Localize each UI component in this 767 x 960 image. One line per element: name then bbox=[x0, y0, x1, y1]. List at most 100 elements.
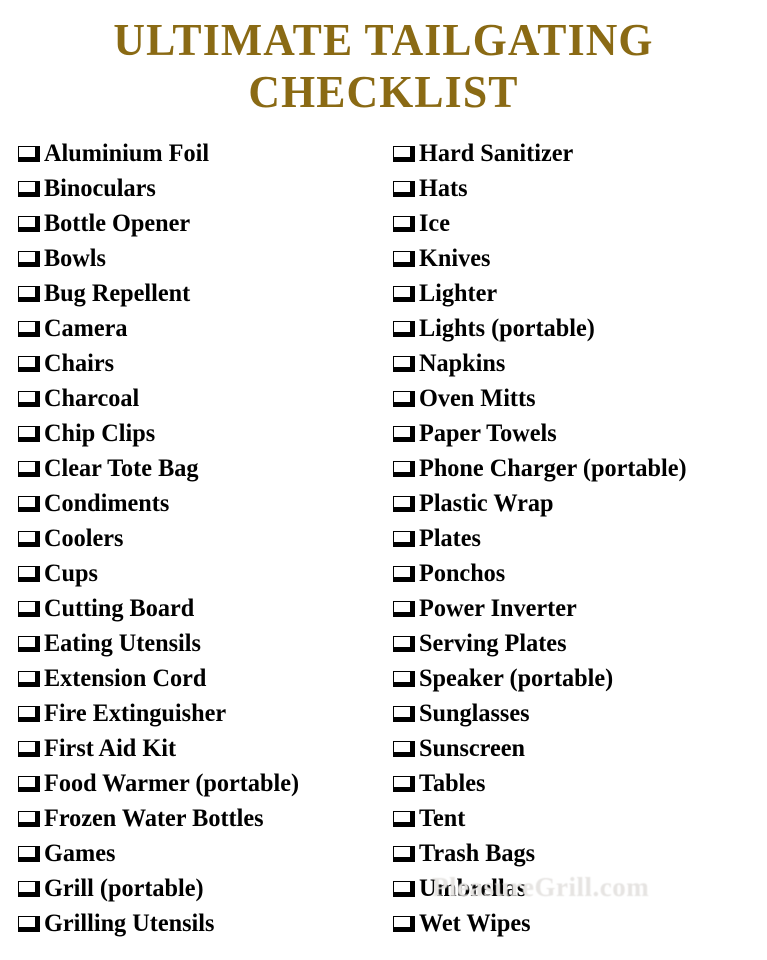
checklist-item[interactable]: Food Warmer (portable) bbox=[18, 766, 390, 801]
checklist-item[interactable]: Clear Tote Bag bbox=[18, 451, 390, 486]
checklist-item[interactable]: Paper Towels bbox=[393, 416, 765, 451]
checklist-item-label: Phone Charger (portable) bbox=[419, 454, 687, 482]
checkbox-icon[interactable] bbox=[18, 320, 40, 337]
checkbox-icon[interactable] bbox=[393, 180, 415, 197]
checkbox-icon[interactable] bbox=[393, 390, 415, 407]
checkbox-icon[interactable] bbox=[393, 635, 415, 652]
checkbox-icon[interactable] bbox=[18, 285, 40, 302]
checkbox-icon[interactable] bbox=[393, 775, 415, 792]
checkbox-icon[interactable] bbox=[18, 565, 40, 582]
checkbox-icon[interactable] bbox=[393, 915, 415, 932]
checkbox-icon[interactable] bbox=[393, 880, 415, 897]
checklist-item-label: Charcoal bbox=[44, 384, 140, 412]
checkbox-icon[interactable] bbox=[18, 775, 40, 792]
checkbox-icon[interactable] bbox=[18, 460, 40, 477]
checklist-item[interactable]: Camera bbox=[18, 311, 390, 346]
checkbox-icon[interactable] bbox=[18, 845, 40, 862]
checklist-item[interactable]: Sunglasses bbox=[393, 696, 765, 731]
checklist-item[interactable]: Lighter bbox=[393, 276, 765, 311]
checklist-item[interactable]: Wet Wipes bbox=[393, 906, 765, 941]
checklist-item[interactable]: Fire Extinguisher bbox=[18, 696, 390, 731]
checklist-item[interactable]: Serving Plates bbox=[393, 626, 765, 661]
checklist-item[interactable]: Trash Bags bbox=[393, 836, 765, 871]
checklist-item[interactable]: Ice bbox=[393, 206, 765, 241]
checkbox-icon[interactable] bbox=[393, 215, 415, 232]
checklist-item-label: Coolers bbox=[44, 524, 124, 552]
checklist-item[interactable]: Coolers bbox=[18, 521, 390, 556]
checkbox-icon[interactable] bbox=[18, 215, 40, 232]
checklist-item-label: Serving Plates bbox=[419, 629, 567, 657]
checkbox-icon[interactable] bbox=[18, 600, 40, 617]
checklist-item[interactable]: Hats bbox=[393, 171, 765, 206]
checklist-item[interactable]: Speaker (portable) bbox=[393, 661, 765, 696]
checklist-item[interactable]: Tent bbox=[393, 801, 765, 836]
checklist-item[interactable]: Power Inverter bbox=[393, 591, 765, 626]
checkbox-icon[interactable] bbox=[393, 600, 415, 617]
checklist-item[interactable]: Cups bbox=[18, 556, 390, 591]
checklist-item[interactable]: Binoculars bbox=[18, 171, 390, 206]
checkbox-icon[interactable] bbox=[18, 180, 40, 197]
checklist-item[interactable]: Extension Cord bbox=[18, 661, 390, 696]
checkbox-icon[interactable] bbox=[393, 285, 415, 302]
checkbox-icon[interactable] bbox=[393, 495, 415, 512]
checklist-item[interactable]: Ponchos bbox=[393, 556, 765, 591]
checklist-item[interactable]: Games bbox=[18, 836, 390, 871]
checkbox-icon[interactable] bbox=[393, 740, 415, 757]
checklist-item[interactable]: Hard Sanitizer bbox=[393, 136, 765, 171]
checkbox-icon[interactable] bbox=[393, 565, 415, 582]
checkbox-icon[interactable] bbox=[18, 740, 40, 757]
checkbox-icon[interactable] bbox=[18, 425, 40, 442]
checkbox-icon[interactable] bbox=[393, 145, 415, 162]
checklist-item-label: Wet Wipes bbox=[419, 909, 531, 937]
checklist-item[interactable]: Bottle Opener bbox=[18, 206, 390, 241]
checkbox-icon[interactable] bbox=[18, 810, 40, 827]
checklist-item[interactable]: Charcoal bbox=[18, 381, 390, 416]
checkbox-icon[interactable] bbox=[18, 705, 40, 722]
checkbox-icon[interactable] bbox=[393, 460, 415, 477]
checklist-item[interactable]: Napkins bbox=[393, 346, 765, 381]
checkbox-icon[interactable] bbox=[18, 250, 40, 267]
checklist-item[interactable]: Sunscreen bbox=[393, 731, 765, 766]
checkbox-icon[interactable] bbox=[393, 705, 415, 722]
checkbox-icon[interactable] bbox=[18, 145, 40, 162]
checklist-item-label: Oven Mitts bbox=[419, 384, 536, 412]
checklist-item-label: Speaker (portable) bbox=[419, 664, 614, 692]
checklist-item[interactable]: Oven Mitts bbox=[393, 381, 765, 416]
checklist-item[interactable]: Grilling Utensils bbox=[18, 906, 390, 941]
checklist-item[interactable]: Plates bbox=[393, 521, 765, 556]
checkbox-icon[interactable] bbox=[393, 320, 415, 337]
checkbox-icon[interactable] bbox=[18, 635, 40, 652]
checkbox-icon[interactable] bbox=[393, 425, 415, 442]
checklist-item[interactable]: Eating Utensils bbox=[18, 626, 390, 661]
checkbox-icon[interactable] bbox=[393, 355, 415, 372]
checkbox-icon[interactable] bbox=[393, 810, 415, 827]
checkbox-icon[interactable] bbox=[393, 670, 415, 687]
checkbox-icon[interactable] bbox=[393, 530, 415, 547]
checklist-item-label: Bug Repellent bbox=[44, 279, 191, 307]
checklist-item[interactable]: Umbrellas bbox=[393, 871, 765, 906]
checklist-item[interactable]: Chip Clips bbox=[18, 416, 390, 451]
checkbox-icon[interactable] bbox=[18, 530, 40, 547]
checkbox-icon[interactable] bbox=[18, 495, 40, 512]
checklist-item[interactable]: First Aid Kit bbox=[18, 731, 390, 766]
checklist-item[interactable]: Plastic Wrap bbox=[393, 486, 765, 521]
checklist-item[interactable]: Grill (portable) bbox=[18, 871, 390, 906]
checklist-item[interactable]: Aluminium Foil bbox=[18, 136, 390, 171]
checklist-item[interactable]: Bowls bbox=[18, 241, 390, 276]
checkbox-icon[interactable] bbox=[18, 355, 40, 372]
checkbox-icon[interactable] bbox=[393, 250, 415, 267]
checkbox-icon[interactable] bbox=[18, 390, 40, 407]
checklist-item[interactable]: Chairs bbox=[18, 346, 390, 381]
checklist-item[interactable]: Lights (portable) bbox=[393, 311, 765, 346]
checklist-item[interactable]: Phone Charger (portable) bbox=[393, 451, 765, 486]
checklist-item[interactable]: Condiments bbox=[18, 486, 390, 521]
checklist-item[interactable]: Tables bbox=[393, 766, 765, 801]
checkbox-icon[interactable] bbox=[18, 915, 40, 932]
checklist-item[interactable]: Knives bbox=[393, 241, 765, 276]
checkbox-icon[interactable] bbox=[18, 670, 40, 687]
checkbox-icon[interactable] bbox=[18, 880, 40, 897]
checklist-item[interactable]: Bug Repellent bbox=[18, 276, 390, 311]
checklist-item[interactable]: Cutting Board bbox=[18, 591, 390, 626]
checklist-item[interactable]: Frozen Water Bottles bbox=[18, 801, 390, 836]
checkbox-icon[interactable] bbox=[393, 845, 415, 862]
